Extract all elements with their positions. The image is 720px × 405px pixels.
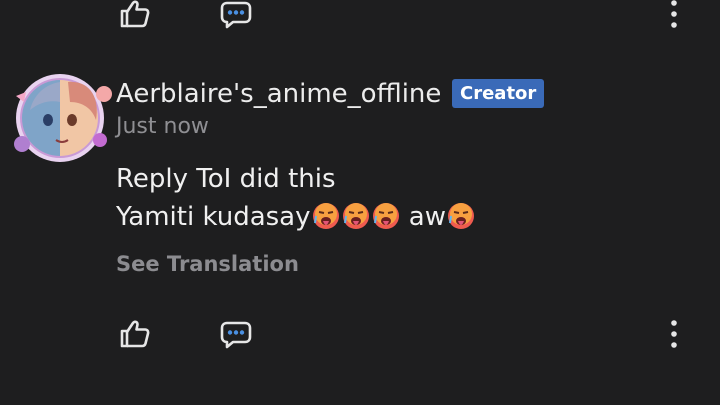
thumbs-up-icon [120,0,150,28]
comment-body: Reply ToI did this Yamiti kudasay aw [116,160,476,236]
timestamp: Just now [116,114,209,139]
creator-badge: Creator [452,79,545,108]
see-translation-link[interactable]: See Translation [116,252,299,276]
reply-button[interactable] [216,0,256,34]
comment-item: Aerblaire's_anime_offline Creator Just n… [0,62,720,312]
hot-face-emoji-icon [447,203,474,229]
previous-comment-actions [0,0,720,34]
chat-bubble-icon [220,321,252,349]
like-button[interactable] [115,314,155,354]
comment-text-part: Yamiti kudasay [116,202,311,232]
more-options-button[interactable] [654,0,694,34]
hot-face-emoji-icon [312,203,339,229]
avatar[interactable] [8,68,112,166]
comment-text-part: aw [400,202,446,232]
comment-actions [0,314,720,354]
like-button[interactable] [115,0,155,34]
comment-line-2: Yamiti kudasay aw [116,198,476,236]
reply-button[interactable] [216,314,256,354]
vertical-dots-icon [671,0,677,28]
comment-line-1: Reply ToI did this [116,164,336,194]
vertical-dots-icon [671,320,677,348]
thumbs-up-icon [120,320,150,348]
more-options-button[interactable] [654,314,694,354]
chat-bubble-icon [220,1,252,29]
hot-face-emoji-icon [372,203,399,229]
hot-face-emoji-icon [342,203,369,229]
username[interactable]: Aerblaire's_anime_offline [116,78,441,110]
